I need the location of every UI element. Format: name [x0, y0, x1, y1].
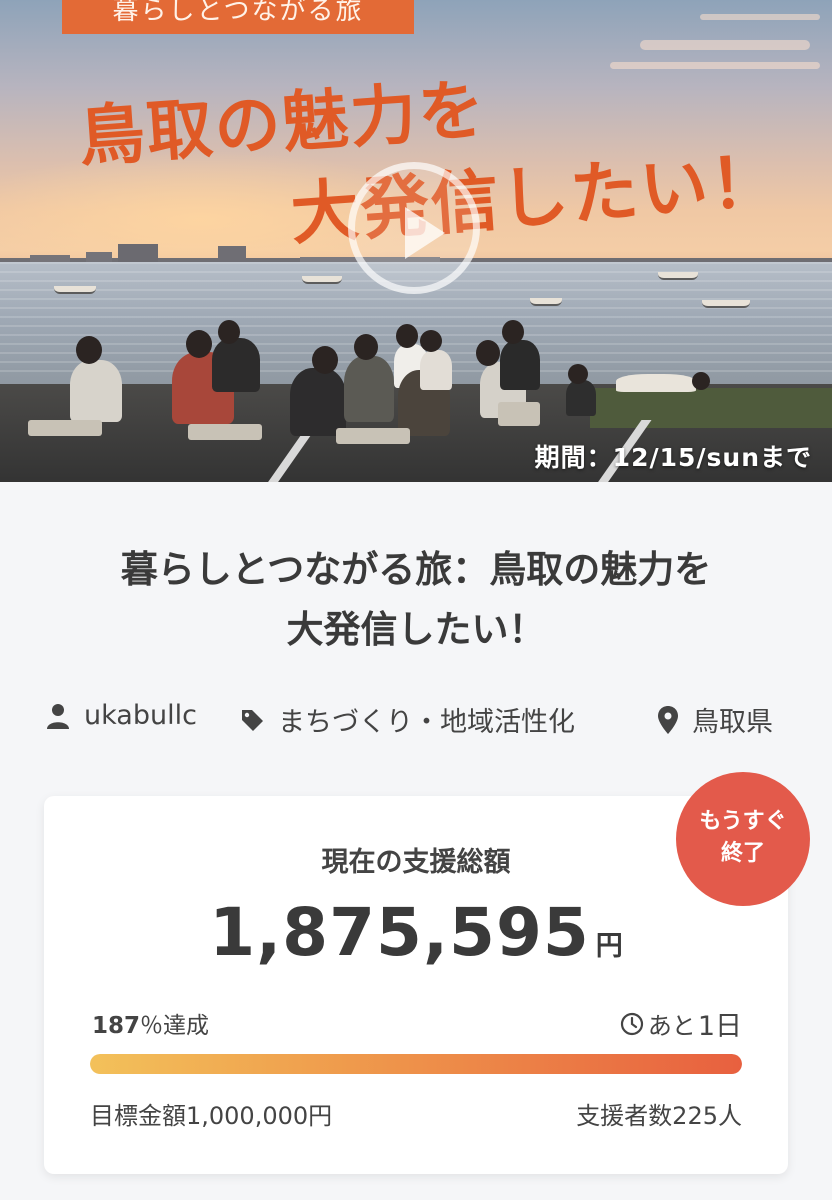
person-silhouette — [616, 374, 696, 392]
cloud — [640, 40, 810, 50]
progress-bar — [90, 1054, 742, 1074]
boat — [530, 298, 562, 306]
deadline-label: 期間：12/15/sunまで — [534, 443, 812, 472]
ending-soon-badge: もうすぐ 終了 — [676, 772, 810, 906]
play-icon[interactable] — [348, 162, 480, 294]
funding-amount: 1,875,595 円 — [44, 894, 788, 971]
remaining-days: 1日 — [697, 1011, 742, 1042]
cushion — [188, 424, 262, 440]
grass — [590, 388, 832, 428]
achievement-percent: 187 — [92, 1013, 141, 1039]
person-silhouette — [290, 368, 346, 436]
person-head — [76, 336, 102, 364]
category-link[interactable]: まちづくり・地域活性化 — [240, 700, 575, 739]
boat — [702, 300, 750, 308]
boat — [658, 272, 698, 280]
person-silhouette — [212, 338, 260, 392]
hero-tag: 暮らしとつながる旅 — [62, 0, 414, 34]
cushion — [336, 428, 410, 444]
tag-icon — [242, 709, 263, 731]
project-title: 暮らしとつながる旅：鳥取の魅力を 大発信したい！ — [40, 540, 792, 660]
achievement-suffix: ％達成 — [140, 1013, 210, 1039]
hero-tag-text: 暮らしとつながる旅 — [112, 0, 364, 26]
project-meta: ukabullc まちづくり・地域活性化 鳥取県 — [0, 700, 832, 740]
hero-image[interactable]: 暮らしとつながる旅 鳥取の魅力を 大発信したい！ 期間：12/15/sunまで — [0, 0, 832, 482]
person-silhouette — [344, 356, 394, 422]
ending-badge-line2: 終了 — [720, 841, 765, 866]
cloud — [610, 62, 820, 69]
category-name: まちづくり・地域活性化 — [278, 707, 575, 738]
progress-bar-fill — [90, 1054, 742, 1074]
person-head — [476, 340, 500, 366]
location-name: 鳥取県 — [692, 707, 773, 738]
cloud — [700, 14, 820, 20]
person-head — [218, 320, 240, 344]
remaining-prefix: あと — [647, 1012, 696, 1040]
person-head — [420, 330, 442, 352]
project-title-line1: 暮らしとつながる旅：鳥取の魅力を — [120, 548, 712, 591]
person-silhouette — [566, 380, 596, 416]
project-title-line2: 大発信したい！ — [286, 608, 546, 651]
cushion — [498, 402, 540, 426]
clock-icon — [620, 1012, 643, 1035]
person-silhouette — [420, 350, 452, 390]
person-head — [502, 320, 524, 344]
person-head — [396, 324, 418, 348]
location-link[interactable]: 鳥取県 — [658, 700, 773, 739]
cushion — [28, 420, 102, 436]
boat — [302, 276, 342, 284]
person-head — [312, 346, 338, 374]
person-silhouette — [70, 360, 122, 422]
boat — [54, 286, 96, 294]
person-head — [692, 372, 710, 390]
goal-amount: 目標金額1,000,000円 — [90, 1102, 333, 1130]
funding-currency: 円 — [595, 931, 623, 962]
owner-link[interactable]: ukabullc — [46, 700, 197, 731]
map-pin-icon — [658, 705, 678, 734]
user-icon — [47, 703, 69, 729]
funding-amount-value: 1,875,595 — [209, 894, 590, 971]
person-silhouette — [500, 340, 540, 390]
time-remaining: あと 1日 — [620, 1004, 742, 1043]
achievement-rate: 187％達成 — [92, 1006, 209, 1040]
backer-count: 支援者数225人 — [576, 1102, 742, 1130]
person-head — [186, 330, 212, 358]
person-head — [568, 364, 588, 384]
person-head — [354, 334, 378, 360]
owner-name: ukabullc — [84, 700, 197, 731]
ending-badge-line1: もうすぐ — [699, 809, 787, 834]
